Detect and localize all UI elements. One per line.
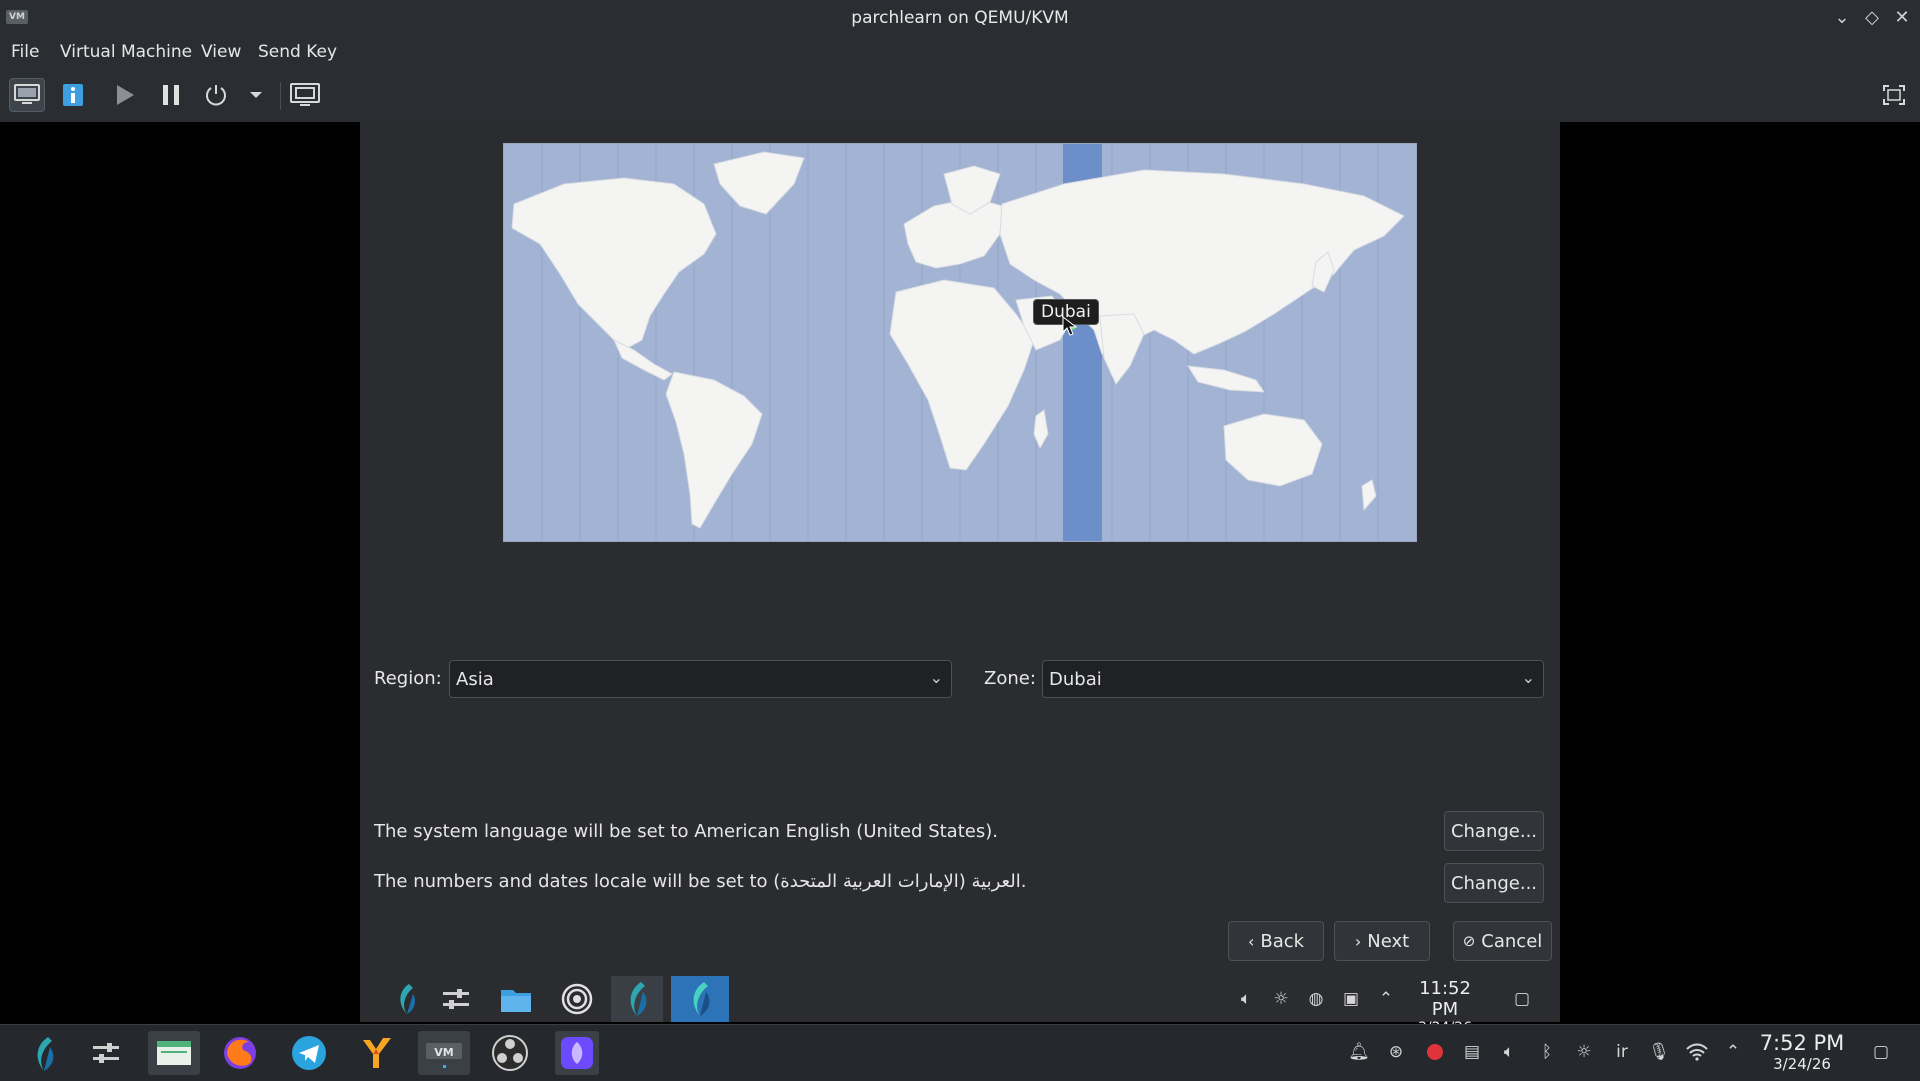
host-volume-icon[interactable]: 🔈︎ xyxy=(1498,1041,1520,1063)
guest-app-menu-icon[interactable] xyxy=(387,980,425,1018)
locale-message: The numbers and dates locale will be set… xyxy=(374,871,1027,892)
host-telegram-icon[interactable] xyxy=(287,1031,331,1075)
system-language-message: The system language will be set to Ameri… xyxy=(374,821,998,842)
host-obs-tray-icon[interactable]: ⊛ xyxy=(1385,1041,1407,1063)
guest-brightness-icon[interactable]: ☼ xyxy=(1270,988,1292,1010)
fullscreen-icon xyxy=(1883,85,1905,105)
menu-bar: File Virtual Machine View Send Key xyxy=(0,36,1920,68)
svg-text:VM: VM xyxy=(434,1046,453,1059)
zone-select-value: Dubai xyxy=(1049,669,1102,690)
host-clipboard-icon[interactable]: ▤ xyxy=(1461,1041,1483,1063)
guest-target-icon[interactable] xyxy=(558,980,596,1018)
change-locale-label: Change... xyxy=(1450,872,1538,894)
host-clock-time: 7:52 PM xyxy=(1759,1031,1845,1055)
host-notifications-icon[interactable]: 🔔︎ xyxy=(1348,1041,1370,1063)
pause-button[interactable] xyxy=(153,78,189,112)
host-firefox-icon[interactable] xyxy=(218,1031,262,1075)
host-taskbar: VM 🔔︎ ⊛ ▤ 🔈︎ ᛒ ☼ ir 🎙︎ ⌃ 7:52 PM 3/24/26… xyxy=(0,1024,1920,1081)
host-wifi-icon[interactable] xyxy=(1686,1041,1708,1063)
shutdown-button[interactable] xyxy=(198,78,234,112)
info-icon xyxy=(63,84,83,106)
timezone-map[interactable] xyxy=(503,143,1417,542)
guest-file-manager-icon[interactable] xyxy=(497,980,535,1018)
monitor-icon xyxy=(14,84,40,104)
host-recording-icon[interactable] xyxy=(1424,1041,1446,1063)
host-brightness-icon[interactable]: ☼ xyxy=(1573,1041,1595,1063)
host-obs-icon[interactable] xyxy=(488,1031,532,1075)
cancel-button[interactable]: ⊘ Cancel xyxy=(1453,921,1552,961)
region-label: Region: xyxy=(374,668,442,689)
guest-installer-task-active[interactable] xyxy=(671,976,729,1022)
console-view-button[interactable] xyxy=(9,78,45,112)
host-app-menu-icon[interactable] xyxy=(22,1031,66,1075)
run-button[interactable] xyxy=(107,78,143,112)
region-select-value: Asia xyxy=(456,669,494,690)
details-view-button[interactable] xyxy=(55,78,91,112)
toolbar xyxy=(0,68,1920,122)
zone-label: Zone: xyxy=(984,668,1036,689)
host-yandex-browser-icon[interactable] xyxy=(354,1031,398,1075)
guest-network-icon[interactable]: ◍ xyxy=(1305,988,1327,1010)
display-icon xyxy=(290,83,320,106)
shutdown-menu-button[interactable] xyxy=(238,78,274,112)
menu-virtual-machine[interactable]: Virtual Machine xyxy=(60,42,192,62)
change-language-label: Change... xyxy=(1450,820,1538,842)
guest-volume-icon[interactable]: 🔈︎ xyxy=(1235,988,1257,1010)
mouse-cursor-icon xyxy=(1062,316,1078,336)
host-keyboard-layout-indicator[interactable]: ir xyxy=(1611,1041,1633,1063)
next-button[interactable]: › Next xyxy=(1334,921,1430,961)
world-map-graphic xyxy=(504,144,1416,541)
cancel-icon: ⊘ xyxy=(1462,932,1476,950)
pause-icon xyxy=(163,85,179,105)
dropdown-arrow-icon xyxy=(250,92,262,98)
next-label: Next xyxy=(1367,930,1410,952)
host-microphone-icon[interactable]: 🎙︎ xyxy=(1648,1041,1670,1063)
guest-clock-time: 11:52 PM xyxy=(1419,978,1471,1020)
guest-installer-task[interactable] xyxy=(611,976,663,1022)
host-clock[interactable]: 7:52 PM 3/24/26 xyxy=(1754,1031,1850,1073)
menu-file[interactable]: File xyxy=(11,42,39,62)
host-virt-manager-task[interactable]: VM xyxy=(418,1031,470,1075)
guest-tray-expand-icon[interactable]: ⌃ xyxy=(1375,988,1397,1010)
back-button[interactable]: ‹ Back xyxy=(1228,921,1324,961)
guest-settings-icon[interactable] xyxy=(437,980,475,1018)
host-settings-icon[interactable] xyxy=(84,1031,128,1075)
zone-select[interactable]: Dubai ⌄ xyxy=(1042,660,1544,698)
play-icon xyxy=(117,85,134,105)
host-proton-app-icon[interactable] xyxy=(555,1031,599,1075)
guest-system-tray: 🔈︎ ☼ ◍ ▣ ⌃ 11:52 PM 3/24/26 ▢ xyxy=(1235,976,1550,1036)
chevron-right-icon: › xyxy=(1354,931,1362,951)
screenshot-button[interactable] xyxy=(287,78,323,112)
region-select[interactable]: Asia ⌄ xyxy=(449,660,952,698)
host-tray-expand-icon[interactable]: ⌃ xyxy=(1722,1041,1744,1063)
change-language-button[interactable]: Change... xyxy=(1444,811,1544,851)
chevron-down-icon: ⌄ xyxy=(1521,668,1535,687)
host-show-desktop-icon[interactable]: ▢ xyxy=(1870,1041,1892,1063)
maximize-button[interactable]: ◇ xyxy=(1860,6,1884,30)
cancel-label: Cancel xyxy=(1481,930,1543,952)
guest-show-desktop-icon[interactable]: ▢ xyxy=(1511,988,1533,1010)
power-icon xyxy=(206,85,226,106)
guest-display-icon[interactable]: ▣ xyxy=(1340,988,1362,1010)
change-locale-button[interactable]: Change... xyxy=(1444,863,1544,903)
fullscreen-button[interactable] xyxy=(1876,78,1912,112)
host-bluetooth-icon[interactable]: ᛒ xyxy=(1536,1041,1558,1063)
menu-send-key[interactable]: Send Key xyxy=(258,42,337,62)
menu-view[interactable]: View xyxy=(201,42,241,62)
back-label: Back xyxy=(1260,930,1305,952)
close-button[interactable]: ✕ xyxy=(1890,6,1914,30)
toolbar-separator xyxy=(280,82,281,110)
chevron-left-icon: ‹ xyxy=(1247,931,1255,951)
title-bar: VM parchlearn on QEMU/KVM ⌄ ◇ ✕ xyxy=(0,0,1920,36)
chevron-down-icon: ⌄ xyxy=(929,668,943,687)
window-title: parchlearn on QEMU/KVM xyxy=(851,8,1069,28)
minimize-button[interactable]: ⌄ xyxy=(1830,6,1854,30)
host-file-manager-icon[interactable] xyxy=(148,1031,200,1075)
guest-taskbar-launchers xyxy=(380,976,730,1022)
host-clock-date: 3/24/26 xyxy=(1773,1055,1831,1073)
